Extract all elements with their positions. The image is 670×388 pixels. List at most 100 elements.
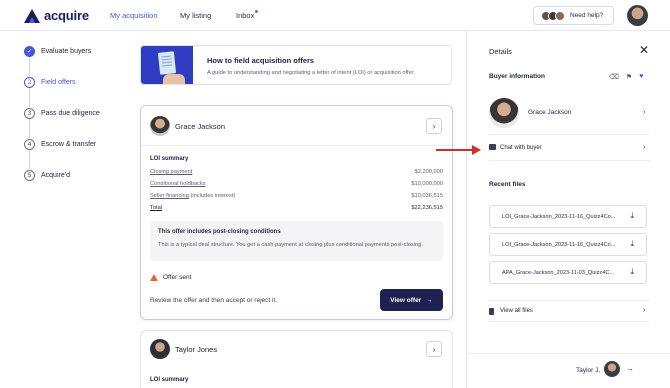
- loi-row: Conditional holdbacks $10,000,000: [150, 181, 443, 187]
- open-offer-button[interactable]: ›: [426, 118, 442, 134]
- loi-summary-title: LOI summary: [150, 156, 189, 162]
- buyer-name: Grace Jackson: [528, 109, 572, 116]
- step-label: Field offers: [41, 79, 76, 86]
- loi-row-label[interactable]: Conditional holdbacks: [150, 181, 206, 187]
- conditions-title: This offer includes post-closing conditi…: [158, 229, 281, 235]
- file-icon: [489, 308, 494, 315]
- offer-card: Taylor Jones › LOI summary: [140, 330, 453, 388]
- step-escrow-transfer[interactable]: 4 Escrow & transfer: [24, 139, 96, 150]
- conditions-notice: This offer includes post-closing conditi…: [150, 221, 443, 261]
- annotation-arrow-head: [472, 145, 481, 155]
- details-footer: Taylor J. →: [467, 353, 670, 388]
- offer-card: Grace Jackson › LOI summary Closing paym…: [140, 105, 453, 320]
- step-connector: [29, 150, 30, 169]
- nav-inbox[interactable]: Inbox: [236, 10, 259, 20]
- arrow-right-icon[interactable]: →: [626, 364, 634, 373]
- loi-row-label[interactable]: Seller financing: [150, 193, 189, 199]
- open-offer-button[interactable]: ›: [426, 341, 442, 357]
- chevron-right-icon: ›: [643, 144, 646, 151]
- warning-icon: [150, 274, 158, 281]
- file-name: LOI_Grace-Jackson_2023-11-16_Quizz4Co...: [502, 214, 616, 220]
- download-icon[interactable]: ⤓: [630, 239, 634, 249]
- nav-my-listing[interactable]: My listing: [180, 11, 211, 20]
- file-row[interactable]: LOI_Grace-Jackson_2023-11-16_Quizz4Co...…: [489, 205, 647, 228]
- flag-icon[interactable]: ⚑: [626, 73, 632, 81]
- file-row[interactable]: LOI_Grace-Jackson_2023-11-16_Quizz4Co...…: [489, 233, 647, 256]
- offer-buyer-name: Taylor Jones: [175, 345, 218, 354]
- step-number: 2: [24, 77, 35, 88]
- download-icon[interactable]: ⤓: [630, 211, 634, 221]
- offer-status-label: Offer sent: [163, 274, 192, 281]
- step-pass-due-diligence[interactable]: 3 Pass due diligence: [24, 108, 100, 119]
- step-connector: [29, 57, 30, 76]
- avatar: [555, 10, 565, 21]
- chat-label: Chat with buyer: [500, 145, 542, 151]
- guide-illustration: [141, 46, 193, 84]
- loi-row-amount: $10,000,000: [411, 181, 443, 187]
- view-offer-button[interactable]: View offer →: [380, 289, 443, 311]
- loi-row-label[interactable]: Total: [150, 205, 162, 211]
- buyer-profile-row[interactable]: Grace Jackson ›: [489, 93, 649, 135]
- chevron-right-icon: ›: [643, 109, 646, 116]
- loi-row-label[interactable]: Closing payment: [150, 169, 192, 175]
- annotation-arrow: [436, 149, 474, 151]
- buyer-info-title: Buyer information: [489, 73, 545, 80]
- guide-title: How to field acquisition offers: [207, 56, 315, 65]
- guide-subtitle: A guide to understanding and negotiating…: [207, 70, 415, 76]
- nav-inbox-label: Inbox: [236, 11, 255, 20]
- brand-logo[interactable]: acquire: [24, 8, 89, 23]
- need-help-button[interactable]: Need help?: [533, 6, 614, 25]
- offer-header: Grace Jackson ›: [141, 106, 452, 146]
- recent-files-title: Recent files: [489, 181, 526, 188]
- review-instructions: Review the offer and then accept or reje…: [150, 297, 278, 304]
- file-row[interactable]: APA_Grace-Jackson_2023-11-03_Quizz4C... …: [489, 261, 647, 284]
- chevron-right-icon: ›: [432, 344, 436, 354]
- next-buyer-label[interactable]: Taylor J.: [576, 367, 600, 374]
- step-number: 4: [24, 139, 35, 150]
- view-offer-label: View offer: [390, 296, 422, 304]
- step-number: 5: [24, 170, 35, 181]
- loi-summary-title: LOI summary: [150, 377, 189, 383]
- offer-status: Offer sent: [150, 274, 191, 281]
- chat-icon: [489, 144, 496, 150]
- user-avatar[interactable]: [627, 5, 648, 26]
- download-icon[interactable]: ⤓: [630, 267, 634, 277]
- step-connector: [29, 88, 30, 107]
- heart-icon[interactable]: ♥: [639, 73, 643, 81]
- conditions-text: This is a typical deal structure. You ge…: [158, 242, 423, 248]
- step-acquired[interactable]: 5 Acquire'd: [24, 170, 70, 181]
- step-field-offers[interactable]: 2 Field offers: [24, 77, 76, 88]
- buyer-avatar: [489, 98, 519, 128]
- loi-row: Closing payment $2,200,000: [150, 169, 443, 175]
- step-label: Escrow & transfer: [41, 141, 97, 148]
- file-name: LOI_Grace-Jackson_2023-11-16_Quizz4Co...: [502, 242, 616, 248]
- step-label: Pass due diligence: [41, 110, 100, 117]
- step-label: Acquire'd: [41, 172, 70, 179]
- step-label: Evaluate buyers: [41, 48, 92, 55]
- archive-icon[interactable]: ⌫: [609, 73, 619, 81]
- nav-my-acquisition[interactable]: My acquisition: [110, 11, 158, 20]
- close-icon[interactable]: ✕: [639, 43, 649, 57]
- loi-row-amount: $22,236,515: [411, 205, 443, 211]
- brand-name: acquire: [44, 8, 89, 23]
- step-number: 3: [24, 108, 35, 119]
- offer-buyer-name: Grace Jackson: [175, 122, 226, 131]
- step-check-icon: ✓: [24, 46, 35, 57]
- top-nav: acquire My acquisition My listing Inbox …: [0, 0, 670, 31]
- guide-card[interactable]: How to field acquisition offers A guide …: [140, 45, 452, 85]
- loi-row-amount: $2,200,000: [414, 169, 443, 175]
- buyer-avatar: [150, 116, 170, 136]
- details-title: Details: [489, 47, 512, 56]
- chat-with-buyer-row[interactable]: Chat with buyer ›: [489, 135, 649, 161]
- view-all-label: View all files: [500, 308, 533, 314]
- view-all-files-row[interactable]: View all files ›: [489, 300, 649, 322]
- details-panel: Details ✕ Buyer information ⌫ ⚑ ♥ Grace …: [466, 31, 670, 388]
- buyer-avatar: [150, 339, 170, 359]
- arrow-right-icon: →: [426, 296, 433, 304]
- loi-total-row: Total $22,236,515: [150, 205, 443, 211]
- step-evaluate-buyers[interactable]: ✓ Evaluate buyers: [24, 46, 91, 57]
- loi-row-extra: (includes interest): [190, 193, 236, 199]
- next-buyer-avatar[interactable]: [604, 361, 620, 377]
- loi-row-amount: $10,036,515: [411, 193, 443, 199]
- step-connector: [29, 119, 30, 138]
